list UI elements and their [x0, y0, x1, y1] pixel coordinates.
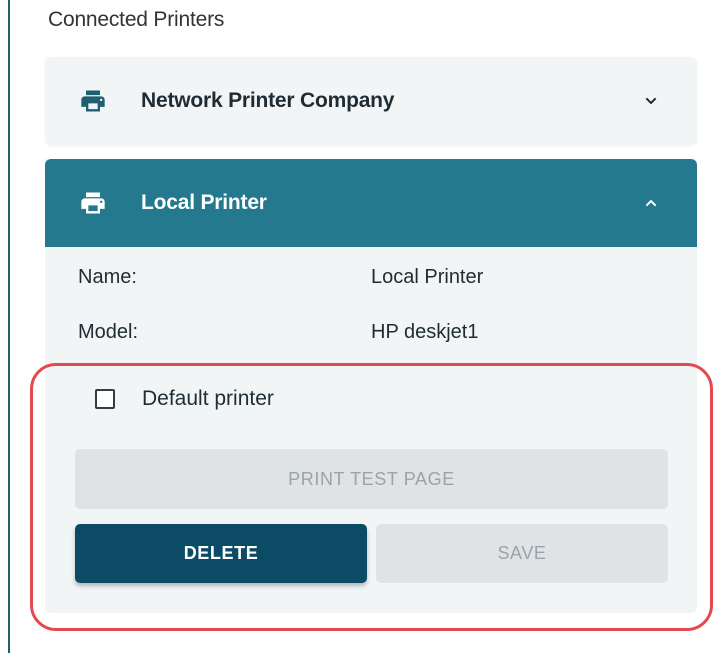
delete-button[interactable]: DELETE [75, 524, 367, 583]
printer-panel-header-local[interactable]: Local Printer [45, 159, 697, 247]
name-value: Local Printer [371, 266, 484, 288]
default-printer-checkbox[interactable]: Default printer [95, 387, 274, 411]
detail-row-name: Name: Local Printer [78, 266, 678, 321]
printer-alert-icon [81, 192, 105, 214]
detail-row-model: Model: HP deskjet1 [78, 321, 678, 376]
printer-panel-network: Network Printer Company [45, 57, 697, 145]
model-value: HP deskjet1 [371, 321, 479, 343]
printer-settings-page: Connected Printers Network Printer Compa… [0, 0, 723, 653]
checkbox-box[interactable] [95, 389, 115, 409]
print-test-page-button[interactable]: PRINT TEST PAGE [75, 449, 668, 509]
default-printer-label: Default printer [142, 387, 274, 410]
printer-icon [81, 90, 105, 112]
save-button[interactable]: SAVE [376, 524, 668, 583]
section-title: Connected Printers [48, 8, 225, 31]
printer-name: Network Printer Company [141, 89, 395, 112]
chevron-up-icon[interactable] [643, 195, 659, 211]
chevron-down-icon[interactable] [643, 93, 659, 109]
name-label: Name: [78, 266, 137, 288]
printer-panel-header-network[interactable]: Network Printer Company [45, 57, 697, 145]
printer-name: Local Printer [141, 191, 267, 214]
printer-details: Name: Local Printer Model: HP deskjet1 [78, 266, 678, 376]
model-label: Model: [78, 321, 139, 343]
left-divider [8, 0, 10, 653]
